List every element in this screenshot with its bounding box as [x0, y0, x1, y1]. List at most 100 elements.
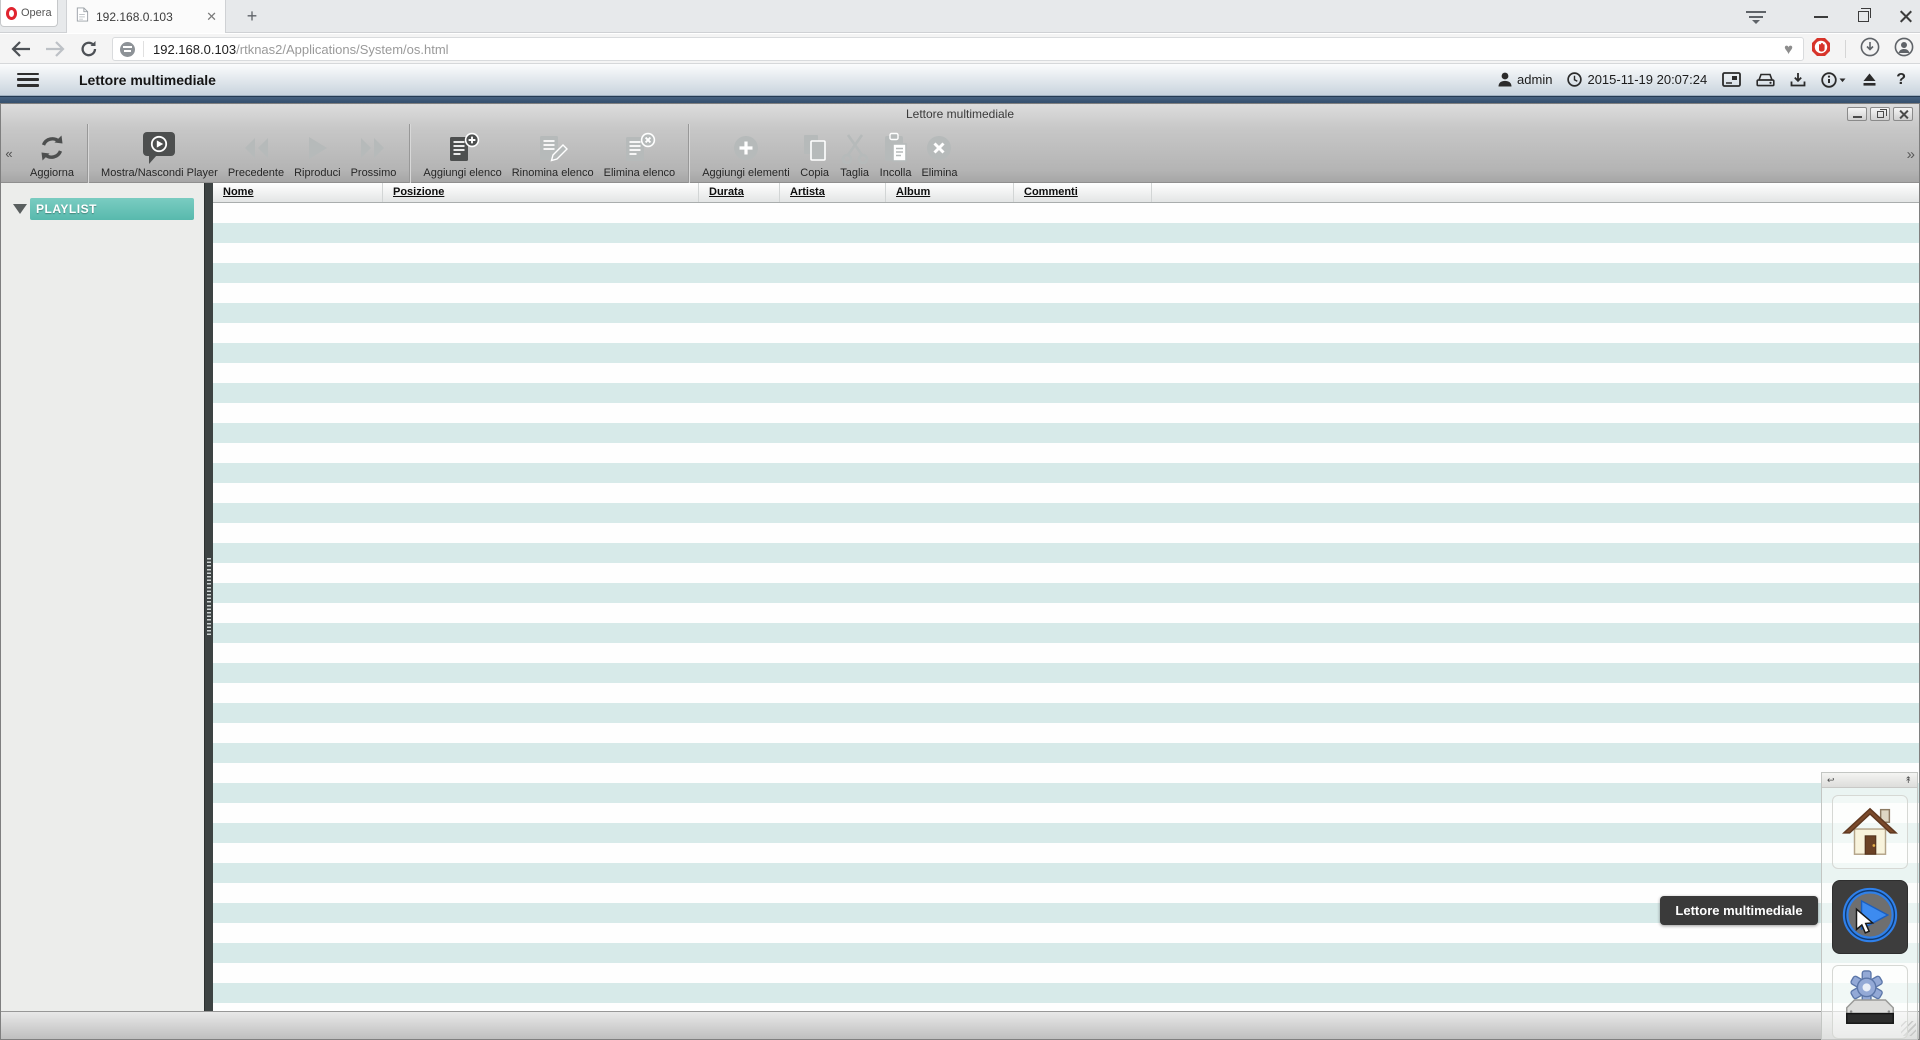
copy-label: Copia	[800, 167, 830, 179]
back-button[interactable]	[8, 38, 34, 60]
empty-row	[213, 843, 1919, 863]
url-field[interactable]: 192.168.0.103/rtknas2/Applications/Syste…	[112, 37, 1804, 61]
downloads-icon[interactable]	[1860, 37, 1880, 62]
empty-row	[213, 743, 1919, 763]
clock-indicator: 2015-11-19 20:07:24	[1567, 72, 1707, 87]
sidebar-item-playlist[interactable]: PLAYLIST	[13, 198, 194, 220]
expander-triangle-icon[interactable]	[13, 204, 27, 214]
play-button: Riproduci	[289, 124, 345, 183]
hamburger-menu-icon[interactable]	[17, 72, 39, 87]
browser-tabstrip: Opera 192.168.0.103 ✕ +	[0, 0, 1920, 33]
home-icon	[1839, 799, 1901, 866]
dock-collapse-icon[interactable]: ↟	[1904, 773, 1912, 787]
user-name: admin	[1517, 72, 1553, 87]
window-minimize-button[interactable]	[1847, 107, 1867, 121]
opera-logo-icon	[6, 6, 17, 20]
playlist-label[interactable]: PLAYLIST	[30, 198, 194, 220]
rename-playlist-button: Rinomina elenco	[507, 124, 599, 183]
empty-row	[213, 623, 1919, 643]
opera-menu-button[interactable]: Opera	[0, 0, 58, 27]
eject-icon[interactable]	[1862, 72, 1877, 87]
browser-addressbar: 192.168.0.103/rtknas2/Applications/Syste…	[0, 34, 1920, 64]
copy-button: Copia	[795, 124, 835, 183]
site-info-icon[interactable]	[120, 41, 135, 57]
previous-label: Precedente	[227, 167, 285, 179]
refresh-icon	[37, 131, 67, 165]
dock-item-media-player[interactable]	[1831, 880, 1908, 954]
toolbar-collapse-button[interactable]: «	[1, 124, 17, 183]
empty-row	[213, 823, 1919, 843]
empty-row	[213, 503, 1919, 523]
paste-label: Incolla	[879, 167, 912, 179]
new-tab-button[interactable]: +	[238, 2, 266, 30]
easy-setup-icon[interactable]	[1746, 10, 1766, 24]
table-rows	[213, 203, 1919, 1011]
rename-playlist-label: Rinomina elenco	[511, 167, 594, 179]
browser-close-button[interactable]	[1899, 10, 1912, 23]
empty-row	[213, 263, 1919, 283]
system-info-dropdown-icon[interactable]	[1821, 71, 1847, 88]
window-chrome: Lettore multimediale « Aggiorna Mostra/Na…	[1, 104, 1919, 183]
toggle-player-button[interactable]: Mostra/Nascondi Player	[96, 124, 223, 183]
empty-row	[213, 663, 1919, 683]
column-header-posizione[interactable]: Posizione	[383, 183, 699, 202]
app-dock: ↩ ↟	[1821, 772, 1918, 1040]
adblock-shield-icon[interactable]	[1811, 37, 1831, 62]
dock-undo-icon[interactable]: ↩	[1827, 773, 1835, 787]
window-close-button[interactable]	[1893, 107, 1913, 121]
window-titlebar[interactable]: Lettore multimediale	[1, 104, 1919, 124]
window-content: PLAYLIST Nome Posizione Durata Artista Album…	[1, 183, 1919, 1011]
previous-icon	[241, 131, 271, 165]
previous-button: Precedente	[223, 124, 289, 183]
empty-row	[213, 203, 1919, 223]
column-header-durata[interactable]: Durata	[699, 183, 780, 202]
refresh-button[interactable]: Aggiorna	[25, 124, 79, 183]
cursor-icon	[1851, 907, 1877, 937]
toolbar-group-3: Aggiungi elenco Rinomina elenco Elimina el…	[409, 124, 688, 183]
help-button[interactable]: ?	[1892, 71, 1910, 89]
window-title: Lettore multimediale	[905, 107, 1015, 121]
toolbar-group-4: Aggiungi elementi Copia Taglia Incolla Elimi…	[688, 124, 970, 183]
bookmark-heart-icon[interactable]: ♥	[1784, 41, 1793, 58]
user-indicator[interactable]: admin	[1498, 72, 1552, 87]
reload-button[interactable]	[76, 38, 102, 60]
header-accent-strip	[0, 96, 1920, 103]
delete-label: Elimina	[921, 167, 958, 179]
empty-row	[213, 583, 1919, 603]
column-header-nome[interactable]: Nome	[213, 183, 383, 202]
paste-button: Incolla	[875, 124, 917, 183]
window-restore-button[interactable]	[1870, 107, 1890, 121]
forward-button[interactable]	[42, 38, 68, 60]
dock-item-home[interactable]	[1831, 795, 1908, 869]
add-playlist-button[interactable]: Aggiungi elenco	[418, 124, 506, 183]
hardware-status-icon[interactable]	[1756, 73, 1775, 87]
dock-item-storage[interactable]	[1831, 965, 1908, 1039]
display-settings-icon[interactable]	[1722, 72, 1742, 87]
next-button: Prossimo	[346, 124, 402, 183]
empty-row	[213, 383, 1919, 403]
delete-list-icon	[622, 131, 656, 165]
tab-close-icon[interactable]: ✕	[206, 10, 217, 23]
column-header-album[interactable]: Album	[886, 183, 1014, 202]
browser-tab[interactable]: 192.168.0.103 ✕	[66, 0, 226, 33]
delete-circle-icon	[924, 131, 954, 165]
splitter-grip[interactable]	[207, 558, 211, 636]
empty-row	[213, 423, 1919, 443]
empty-row	[213, 783, 1919, 803]
column-header-commenti[interactable]: Commenti	[1014, 183, 1152, 202]
browser-restore-button[interactable]	[1858, 8, 1871, 22]
window-statusbar	[1, 1011, 1919, 1039]
download-station-icon[interactable]	[1790, 72, 1806, 87]
toolbar-overflow-button[interactable]: »	[1907, 146, 1915, 163]
dock-tooltip: Lettore multimediale	[1660, 896, 1818, 925]
empty-row	[213, 523, 1919, 543]
column-header-artista[interactable]: Artista	[780, 183, 886, 202]
browser-minimize-button[interactable]	[1814, 15, 1828, 18]
add-items-label: Aggiungi elementi	[702, 167, 790, 179]
delete-playlist-label: Elimina elenco	[603, 167, 676, 179]
profile-icon[interactable]	[1894, 37, 1914, 62]
sidebar-splitter[interactable]	[204, 183, 213, 1011]
empty-row	[213, 1003, 1919, 1011]
cut-label: Taglia	[840, 167, 870, 179]
empty-row	[213, 983, 1919, 1003]
